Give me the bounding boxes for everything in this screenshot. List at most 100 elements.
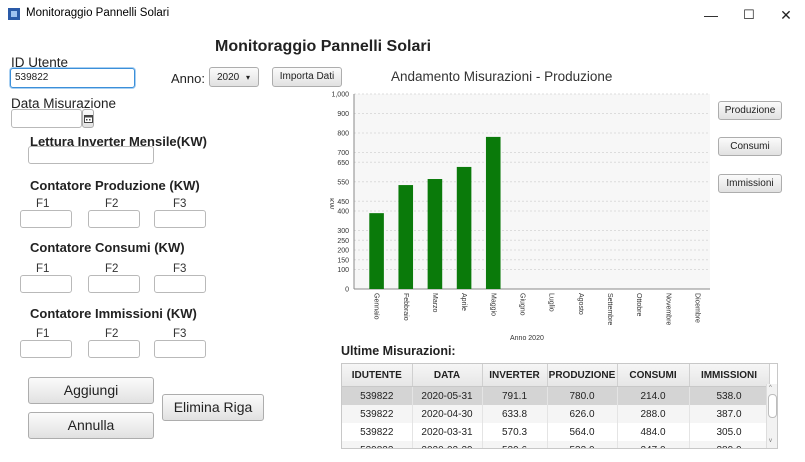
immissioni-f1-label: F1	[36, 328, 50, 340]
y-axis-label: KW	[330, 198, 334, 210]
x-tick-label: Febbraio	[402, 293, 409, 321]
produzione-f3-label: F3	[173, 198, 187, 210]
anno-label: Anno:	[171, 71, 205, 86]
table-cell: 389.0	[689, 441, 770, 448]
bar-maggio	[485, 136, 501, 289]
table-caption: Ultime Misurazioni:	[341, 344, 456, 358]
page-title: Monitoraggio Pannelli Solari	[215, 38, 432, 55]
table-cell: 538.0	[689, 386, 770, 405]
y-tick-label: 550	[337, 179, 349, 186]
scroll-up-icon[interactable]: ^	[769, 385, 772, 391]
column-header-idutente[interactable]: IDUTENTE	[342, 364, 413, 387]
y-tick-label: 150	[337, 257, 349, 264]
consumi-f2-input[interactable]	[88, 275, 140, 293]
column-header-immissioni[interactable]: IMMISSIONI	[689, 364, 770, 387]
column-header-produzione[interactable]: PRODUZIONE	[547, 364, 618, 387]
table-cell: 2020-05-31	[412, 386, 483, 405]
table-cell: 2020-02-29	[412, 441, 483, 448]
chevron-down-icon: ▾	[246, 73, 251, 82]
y-tick-label: 100	[337, 267, 349, 274]
bar-gennaio	[369, 213, 384, 289]
immissioni-f3-label: F3	[173, 328, 187, 340]
table-row[interactable]: 539822 2020-03-31 570.3 564.0 484.0 305.0	[342, 423, 770, 441]
close-button[interactable]: ✕	[768, 3, 804, 27]
produzione-f2-label: F2	[105, 198, 119, 210]
table-header-row: IDUTENTE DATA INVERTER PRODUZIONE CONSUMI IMM…	[342, 364, 770, 387]
table-body: 539822 2020-05-31 791.1 780.0 214.0 538.0 5398…	[342, 386, 770, 448]
table-cell: 533.0	[547, 441, 618, 448]
table-scrollbar[interactable]: ^ v	[766, 384, 777, 448]
produzione-button[interactable]: Produzione	[718, 101, 782, 120]
immissioni-f2-label: F2	[105, 328, 119, 340]
inverter-input[interactable]	[28, 146, 154, 164]
consumi-f3-input[interactable]	[154, 275, 206, 293]
bar-aprile	[456, 166, 472, 289]
app-icon	[8, 8, 20, 20]
immissioni-f3-input[interactable]	[154, 340, 206, 358]
y-tick-label: 900	[337, 111, 349, 118]
calendar-button[interactable]	[82, 109, 94, 128]
immissioni-f2-input[interactable]	[88, 340, 140, 358]
scroll-down-icon[interactable]: v	[769, 438, 772, 444]
column-header-inverter[interactable]: INVERTER	[482, 364, 548, 387]
table-cell: 539822	[342, 441, 413, 448]
table-cell: 626.0	[547, 405, 618, 423]
produzione-f1-input[interactable]	[20, 210, 72, 228]
scroll-thumb[interactable]	[768, 394, 777, 418]
table-cell: 247.0	[617, 441, 690, 448]
column-header-data[interactable]: DATA	[412, 364, 483, 387]
table-cell: 564.0	[547, 423, 618, 441]
window-titlebar: Monitoraggio Pannelli Solari — ☐ ✕	[0, 0, 805, 30]
table-row[interactable]: 539822 2020-04-30 633.8 626.0 288.0 387.0	[342, 405, 770, 423]
consumi-button[interactable]: Consumi	[718, 137, 782, 156]
table-cell: 791.1	[482, 386, 548, 405]
produzione-f3-input[interactable]	[154, 210, 206, 228]
data-misurazione-input[interactable]	[11, 109, 82, 128]
x-tick-label: Maggio	[489, 293, 496, 316]
x-tick-label: Settembre	[606, 293, 613, 325]
produzione-f2-input[interactable]	[88, 210, 140, 228]
consumi-f2-label: F2	[105, 263, 119, 275]
bar-febbraio	[398, 185, 414, 289]
y-tick-label: 700	[337, 150, 349, 157]
import-data-button[interactable]: Importa Dati	[272, 67, 342, 87]
produzione-f1-label: F1	[36, 198, 50, 210]
table-cell: 2020-04-30	[412, 405, 483, 423]
y-tick-label: 200	[337, 248, 349, 255]
delete-row-button[interactable]: Elimina Riga	[162, 394, 264, 421]
add-button[interactable]: Aggiungi	[28, 377, 154, 404]
minimize-button[interactable]: —	[693, 3, 729, 27]
immissioni-label: Contatore Immissioni (KW)	[30, 306, 197, 321]
y-tick-label: 400	[337, 209, 349, 216]
immissioni-f1-input[interactable]	[20, 340, 72, 358]
table-cell: 539.6	[482, 441, 548, 448]
x-tick-label: Ottobre	[635, 293, 642, 316]
y-tick-label: 650	[337, 160, 349, 167]
id-utente-input[interactable]: 539822	[10, 68, 135, 88]
table-row[interactable]: 539822 2020-05-31 791.1 780.0 214.0 538.0	[342, 386, 770, 405]
anno-select[interactable]: 2020 ▾	[209, 67, 259, 87]
y-tick-label: 450	[337, 199, 349, 206]
x-axis-ticks: Gennaio Febbraio Marzo Aprile Maggio Giugno Lu…	[373, 293, 701, 325]
consumi-f3-label: F3	[173, 263, 187, 275]
table-cell: 214.0	[617, 386, 690, 405]
x-tick-label: Gennaio	[373, 293, 380, 320]
immissioni-button[interactable]: Immissioni	[718, 174, 782, 193]
y-tick-label: 0	[345, 287, 349, 294]
y-tick-label: 800	[337, 131, 349, 138]
consumi-label: Contatore Consumi (KW)	[30, 240, 185, 255]
y-tick-label: 1,000	[331, 92, 349, 99]
table-cell: 539822	[342, 386, 413, 405]
y-tick-label: 300	[337, 228, 349, 235]
table-cell: 633.8	[482, 405, 548, 423]
column-header-consumi[interactable]: CONSUMI	[617, 364, 690, 387]
maximize-button[interactable]: ☐	[731, 3, 767, 27]
produzione-label: Contatore Produzione (KW)	[30, 178, 200, 193]
table-row[interactable]: 5398222020-02-29539.6533.0247.0389.0	[342, 441, 770, 448]
x-tick-label: Giugno	[518, 293, 525, 316]
production-bar-chart: 0 100 150 200 250 300 400 450 550 650 700 800 900 1,0…	[330, 92, 710, 342]
cancel-button[interactable]: Annulla	[28, 412, 154, 439]
table-cell: 570.3	[482, 423, 548, 441]
x-axis-label: Anno 2020	[510, 335, 544, 342]
consumi-f1-input[interactable]	[20, 275, 72, 293]
